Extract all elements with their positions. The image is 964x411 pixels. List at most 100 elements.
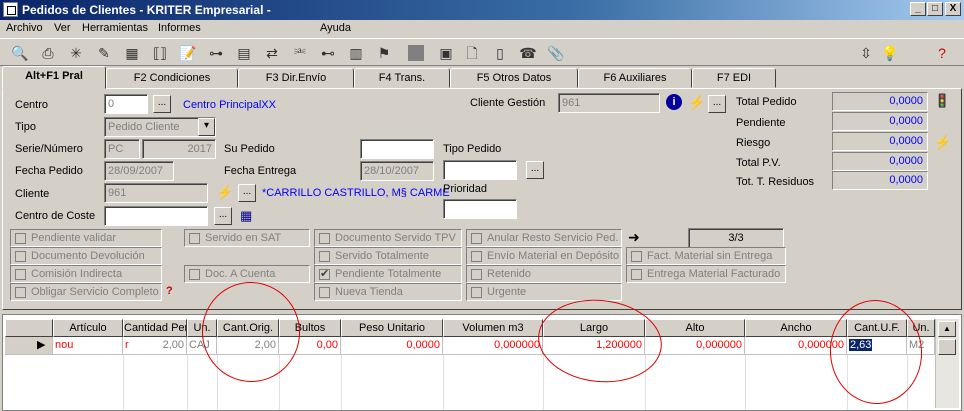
document-icon[interactable]: 🗋 <box>462 43 482 63</box>
maximize-button[interactable]: □ <box>927 2 943 16</box>
scroll-thumb[interactable] <box>938 339 956 355</box>
cell-cant-orig[interactable]: 2,00 <box>217 337 279 355</box>
checkbox-comision-indirecta[interactable]: Comisión Indirecta <box>10 265 162 283</box>
asterisk-icon[interactable]: ✳ <box>66 43 86 63</box>
vertical-scrollbar[interactable]: ▲ <box>935 319 959 408</box>
tab-trans[interactable]: F4 Trans. <box>354 68 450 88</box>
header-un-2[interactable]: Un. <box>907 319 935 337</box>
cell-un-2[interactable]: M2 <box>907 337 935 355</box>
stamp-icon[interactable]: ⎃ <box>290 43 310 63</box>
checkbox-servido-sat[interactable]: Servido en SAT <box>184 229 310 247</box>
checkbox-retenido[interactable]: Retenido <box>466 265 622 283</box>
checkbox-documento-servido-tpv[interactable]: Documento Servido TPV <box>314 229 462 247</box>
checkbox-servido-totalmente[interactable]: Servido Totalmente <box>314 247 462 265</box>
paperclip-icon[interactable]: 📎 <box>546 43 566 63</box>
tab-edi[interactable]: F7 EDI <box>692 68 776 88</box>
checkbox-pendiente-validar[interactable]: Pendiente validar <box>10 229 162 247</box>
checkbox-urgente[interactable]: Urgente <box>466 283 622 301</box>
checkbox-obligar-servicio[interactable]: Obligar Servicio Completo <box>10 283 162 301</box>
help-icon[interactable]: ? <box>932 43 952 63</box>
tipo-pedido-field[interactable] <box>443 160 517 180</box>
link-icon[interactable]: ⇄ <box>262 43 282 63</box>
flag-icon[interactable]: ⚑ <box>374 43 394 63</box>
edit-document-icon[interactable]: 📝 <box>178 43 198 63</box>
header-cant-uf[interactable]: Cant.U.F. <box>847 319 907 337</box>
tab-auxiliares[interactable]: F6 Auxiliares <box>578 68 692 88</box>
menu-herramientas[interactable]: Herramientas <box>82 22 148 34</box>
header-cantidad-pendiente[interactable]: Cantidad Pendiente <box>123 319 187 337</box>
tab-pral[interactable]: Alt+F1 Pral <box>2 66 106 89</box>
print-preview-icon[interactable]: 🔍 <box>10 43 30 63</box>
network-icon[interactable]: ⇳ <box>856 43 876 63</box>
cell-bultos[interactable]: 0,00 <box>279 337 341 355</box>
tab-dir-envio[interactable]: F3 Dir.Envío <box>238 68 354 88</box>
lightning-icon[interactable]: ⚡ <box>216 184 233 201</box>
cell-volumen[interactable]: 0,000000 <box>443 337 543 355</box>
header-alto[interactable]: Alto <box>645 319 745 337</box>
scroll-up-icon[interactable]: ▲ <box>938 321 956 337</box>
cliente-lookup-button[interactable]: ... <box>238 184 256 202</box>
cliente-gestion-field[interactable]: 961 <box>558 93 660 113</box>
fecha-pedido-field[interactable]: 28/09/2007 <box>104 161 174 181</box>
cell-peso-unitario[interactable]: 0,0000 <box>341 337 443 355</box>
menu-ayuda[interactable]: Ayuda <box>320 22 351 34</box>
brackets-icon[interactable]: ⟦⟧ <box>150 43 170 63</box>
header-ancho[interactable]: Ancho <box>745 319 847 337</box>
centro-coste-lookup-button[interactable]: ... <box>214 207 232 225</box>
print-icon[interactable]: ⎙ <box>38 43 58 63</box>
cell-alto[interactable]: 0,000000 <box>645 337 745 355</box>
lightning-icon[interactable]: ⚡ <box>688 94 705 111</box>
menu-ver[interactable]: Ver <box>54 22 71 34</box>
centro-coste-field[interactable] <box>104 206 208 226</box>
lightning-icon[interactable]: ⚡ <box>934 134 951 151</box>
stop-icon[interactable] <box>408 45 424 61</box>
numero-field[interactable]: 2017 <box>142 139 216 159</box>
header-volumen[interactable]: Volumen m3 <box>443 319 543 337</box>
tab-condiciones[interactable]: F2 Condiciones <box>106 68 238 88</box>
checkbox-envio-deposito[interactable]: Envío Material en Depósito <box>466 247 622 265</box>
header-cant-orig[interactable]: Cant.Orig. <box>217 319 279 337</box>
cell-largo[interactable]: 1,200000 <box>543 337 645 355</box>
calculator-icon[interactable]: ▤ <box>234 43 254 63</box>
checkbox-pendiente-totalmente[interactable]: ✔ Pendiente Totalmente <box>314 265 462 283</box>
hierarchy-icon[interactable]: ⊷ <box>318 43 338 63</box>
header-articulo[interactable]: Artículo <box>53 319 123 337</box>
tipo-pedido-lookup-button[interactable]: ... <box>526 161 544 179</box>
header-peso-unitario[interactable]: Peso Unitario <box>341 319 443 337</box>
calendar-icon[interactable]: ▦ <box>240 208 252 224</box>
su-pedido-field[interactable] <box>360 139 434 159</box>
close-button[interactable]: X <box>945 2 961 16</box>
centro-lookup-button[interactable]: ... <box>153 95 171 113</box>
traffic-light-icon[interactable]: 🚦 <box>934 93 950 109</box>
info-icon[interactable]: i <box>666 94 682 110</box>
page-icon[interactable]: ▯ <box>490 43 510 63</box>
table-icon[interactable]: ▥ <box>346 43 366 63</box>
cell-un[interactable]: CAJ <box>187 337 217 355</box>
centro-field[interactable]: 0 <box>104 94 148 114</box>
header-bultos[interactable]: Bultos <box>279 319 341 337</box>
serie-field[interactable]: PC <box>104 139 140 159</box>
phone-icon[interactable]: ☎ <box>518 43 538 63</box>
checkbox-doc-a-cuenta[interactable]: Doc. A Cuenta <box>184 265 310 283</box>
chevron-down-icon[interactable]: ▾ <box>198 118 215 136</box>
header-un[interactable]: Un. <box>187 319 217 337</box>
checkbox-nueva-tienda[interactable]: Nueva Tienda <box>314 283 462 301</box>
minimize-button[interactable]: _ <box>910 2 926 16</box>
header-largo[interactable]: Largo <box>543 319 645 337</box>
cell-ancho[interactable]: 0,000000 <box>745 337 847 355</box>
tools-icon[interactable]: ✎ <box>94 43 114 63</box>
checkbox-fact-material[interactable]: Fact. Material sin Entrega <box>626 247 786 265</box>
report-icon[interactable]: ▣ <box>436 43 456 63</box>
menu-archivo[interactable]: Archivo <box>6 22 43 34</box>
cliente-field[interactable]: 961 <box>104 183 208 203</box>
checkbox-entrega-material[interactable]: Entrega Material Facturado <box>626 265 786 283</box>
checkbox-anular-resto[interactable]: Anular Resto Servicio Ped. <box>466 229 622 247</box>
fecha-entrega-field[interactable]: 28/10/2007 <box>360 161 434 181</box>
cell-articulo[interactable]: nou <box>53 337 123 355</box>
cell-cant-uf[interactable]: 2,63 <box>847 337 907 355</box>
help-icon[interactable]: ? <box>166 285 173 297</box>
prioridad-field[interactable] <box>443 199 517 219</box>
lightbulb-icon[interactable]: 💡 <box>880 43 900 63</box>
tree-icon[interactable]: ⊶ <box>206 43 226 63</box>
cell-cantidad-pendiente[interactable]: r 2,00 <box>123 337 187 355</box>
